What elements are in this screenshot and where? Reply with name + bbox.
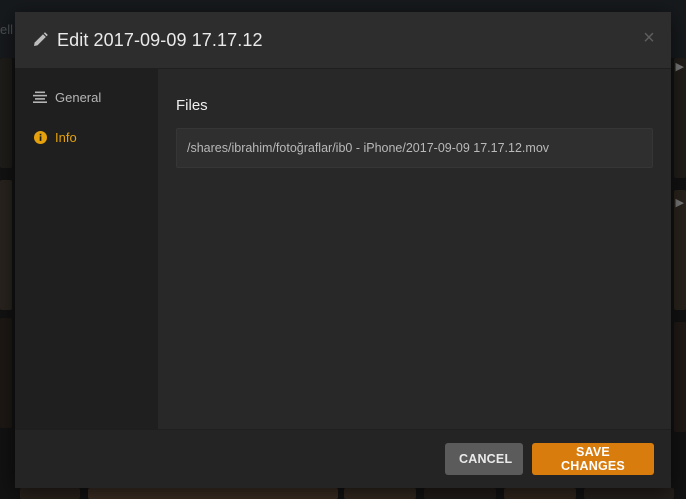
dialog-body: General Info Files /shares/ibrahim/fotoğ… (15, 69, 671, 429)
file-path-field[interactable]: /shares/ibrahim/fotoğraflar/ib0 - iPhone… (176, 128, 653, 168)
cancel-button[interactable]: Cancel (445, 443, 523, 475)
sidebar-item-label: General (55, 89, 102, 105)
dialog-header: Edit 2017-09-09 17.17.12 × (15, 12, 671, 69)
files-heading: Files (176, 97, 208, 114)
dialog-sidebar: General Info (15, 69, 158, 429)
list-icon (33, 90, 47, 104)
dialog-footer: Cancel Save Changes (15, 429, 671, 488)
file-path-text: /shares/ibrahim/fotoğraflar/ib0 - iPhone… (187, 141, 550, 155)
sidebar-item-info[interactable]: Info (15, 117, 158, 157)
sidebar-item-general[interactable]: General (15, 77, 158, 117)
edit-dialog: Edit 2017-09-09 17.17.12 × General Info … (15, 12, 671, 488)
pencil-icon (31, 31, 49, 49)
save-changes-button[interactable]: Save Changes (532, 443, 654, 475)
close-icon[interactable]: × (641, 28, 657, 48)
sidebar-item-label: Info (55, 129, 77, 145)
dialog-title: Edit 2017-09-09 17.17.12 (57, 29, 263, 50)
info-panel: Files /shares/ibrahim/fotoğraflar/ib0 - … (158, 69, 671, 429)
info-icon (33, 130, 47, 144)
